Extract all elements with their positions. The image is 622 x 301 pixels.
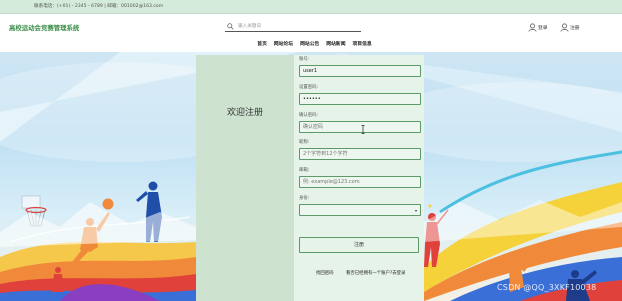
chevron-down-icon: ▾ xyxy=(414,208,417,213)
role-select[interactable]: ▾ xyxy=(299,204,421,216)
user-icon xyxy=(560,23,569,32)
role-label: 身份: xyxy=(299,196,310,201)
contact-bar: 联系电话：(+01) - 2345 - 6789 | 邮箱：001002@163… xyxy=(0,0,622,14)
email-input[interactable] xyxy=(299,176,421,188)
header: 高校运动会竞赛管理系统 登录 注册 首页 网站论坛 网站公告 网站新闻 项目信息 xyxy=(0,14,622,52)
nav-item-home[interactable]: 首页 xyxy=(257,40,267,50)
nav-item-forum[interactable]: 网站论坛 xyxy=(274,40,293,50)
nickname-input[interactable] xyxy=(299,148,421,160)
watermark: CSDN @QQ_3XKF10038 xyxy=(497,283,597,292)
account-input[interactable] xyxy=(299,65,421,77)
welcome-panel: 欢迎注册 xyxy=(196,55,294,301)
register-label: 注册 xyxy=(570,25,580,31)
text-cursor-icon xyxy=(361,125,365,134)
search-icon[interactable] xyxy=(227,23,234,30)
confirm-password-label: 确认密码: xyxy=(299,113,319,118)
email-label: 邮箱: xyxy=(299,168,310,173)
nav-item-news[interactable]: 网站新闻 xyxy=(326,40,345,50)
password-label: 设置密码: xyxy=(299,85,319,90)
register-button[interactable]: 注册 xyxy=(560,21,580,33)
password-input[interactable] xyxy=(299,93,421,105)
login-button[interactable]: 登录 xyxy=(528,21,548,33)
search-box xyxy=(225,21,361,32)
search-input[interactable] xyxy=(238,22,356,31)
contact-info: 联系电话：(+01) - 2345 - 6789 | 邮箱：001002@163… xyxy=(34,4,164,9)
user-icon xyxy=(528,23,537,32)
nav-item-projects[interactable]: 项目信息 xyxy=(353,40,372,50)
register-submit-button[interactable]: 注册 xyxy=(299,237,419,253)
welcome-title: 欢迎注册 xyxy=(226,108,263,118)
account-label: 账号: xyxy=(299,57,310,62)
login-label: 登录 xyxy=(538,25,548,31)
login-link[interactable]: 看否已经拥有一个账户?去登录 xyxy=(346,270,405,276)
nav-item-notice[interactable]: 网站公告 xyxy=(300,40,319,50)
nickname-label: 昵称: xyxy=(299,140,310,145)
register-form: 账号: 设置密码: 确认密码: 昵称: 邮箱: 身份: ▾ 注册 找回密码 看否… xyxy=(294,55,424,301)
forgot-password-link[interactable]: 找回密码 xyxy=(316,270,334,276)
site-title: 高校运动会竞赛管理系统 xyxy=(9,24,80,32)
main-nav: 首页 网站论坛 网站公告 网站新闻 项目信息 xyxy=(0,40,622,50)
